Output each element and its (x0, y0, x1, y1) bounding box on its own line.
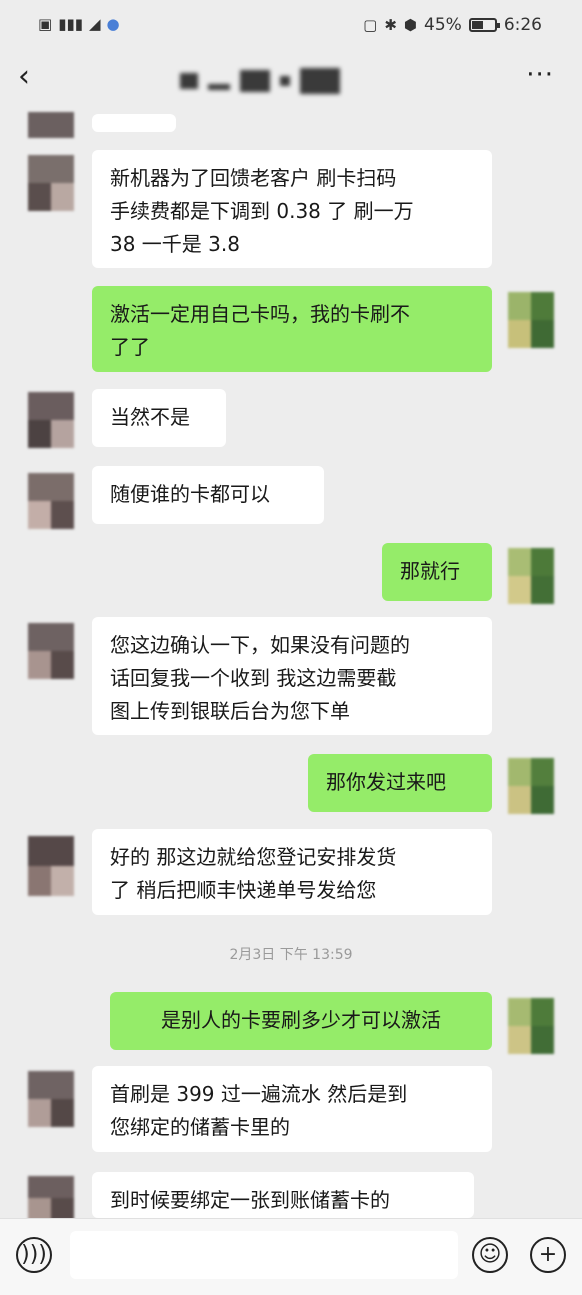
signal-icon: ▮▮▮ (58, 15, 83, 33)
chat-header: ‹ ··· (0, 56, 582, 108)
status-bar: ▣ ▮▮▮ ◢ ● ▢ ✱ ⬢ 45% 6:26 (0, 0, 582, 56)
avatar (508, 758, 554, 814)
avatar (508, 548, 554, 604)
avatar (28, 1176, 74, 1220)
avatar (28, 1071, 74, 1127)
input-bar: ))) ☺ + (0, 1218, 582, 1295)
avatar (28, 112, 74, 138)
avatar (28, 836, 74, 896)
battery-icon (468, 18, 500, 32)
message-bubble[interactable]: 到时候要绑定一张到账储蓄卡的 (92, 1172, 474, 1218)
message-bubble[interactable]: 当然不是 (92, 389, 226, 447)
message-bubble[interactable]: 是别人的卡要刷多少才可以激活 (110, 992, 492, 1050)
message-bubble[interactable]: 那就行 (382, 543, 492, 601)
status-right: ▢ ✱ ⬢ 45% 6:26 (363, 15, 542, 35)
timestamp: 2月3日 下午 13:59 (229, 947, 353, 963)
avatar (28, 623, 74, 679)
status-time: 6:26 (503, 15, 542, 35)
avatar (28, 392, 74, 448)
avatar (28, 155, 74, 211)
more-icon[interactable]: ··· (526, 60, 554, 90)
back-icon[interactable]: ‹ (18, 62, 30, 92)
message-bubble[interactable]: 激活一定用自己卡吗，我的卡刷不 了了 (92, 286, 492, 372)
bluetooth-icon: ✱ (384, 15, 397, 34)
voice-icon[interactable]: ))) (16, 1237, 52, 1273)
message-bubble[interactable]: 那你发过来吧 (308, 754, 492, 812)
message-bubble[interactable]: 好的 那这边就给您登记安排发货 了 稍后把顺丰快递单号发给您 (92, 829, 492, 915)
send-icon: ◢ (88, 15, 101, 33)
avatar (508, 292, 554, 348)
sim-icon: ▣ (38, 15, 53, 33)
dot-icon: ● (106, 15, 120, 33)
status-left-icons: ▣ ▮▮▮ ◢ ● (38, 17, 120, 32)
message-input[interactable] (70, 1231, 458, 1279)
message-bubble[interactable]: 首刷是 399 过一遍流水 然后是到 您绑定的储蓄卡里的 (92, 1066, 492, 1152)
message-bubble[interactable]: 新机器为了回馈老客户 刷卡扫码 手续费都是下调到 0.38 了 刷一万 38 一… (92, 150, 492, 268)
plus-icon[interactable]: + (530, 1237, 566, 1273)
avatar (28, 473, 74, 529)
contact-name (180, 68, 340, 94)
message-bubble[interactable]: 随便谁的卡都可以 (92, 466, 324, 524)
message-bubble[interactable]: 您这边确认一下，如果没有问题的 话回复我一个收到 我这边需要截 图上传到银联后台… (92, 617, 492, 735)
nfc-icon: ▢ (363, 15, 378, 34)
emoji-icon[interactable]: ☺ (472, 1237, 508, 1273)
battery-percent: 45% (424, 15, 462, 35)
location-icon: ⬢ (403, 15, 418, 34)
avatar (508, 998, 554, 1054)
